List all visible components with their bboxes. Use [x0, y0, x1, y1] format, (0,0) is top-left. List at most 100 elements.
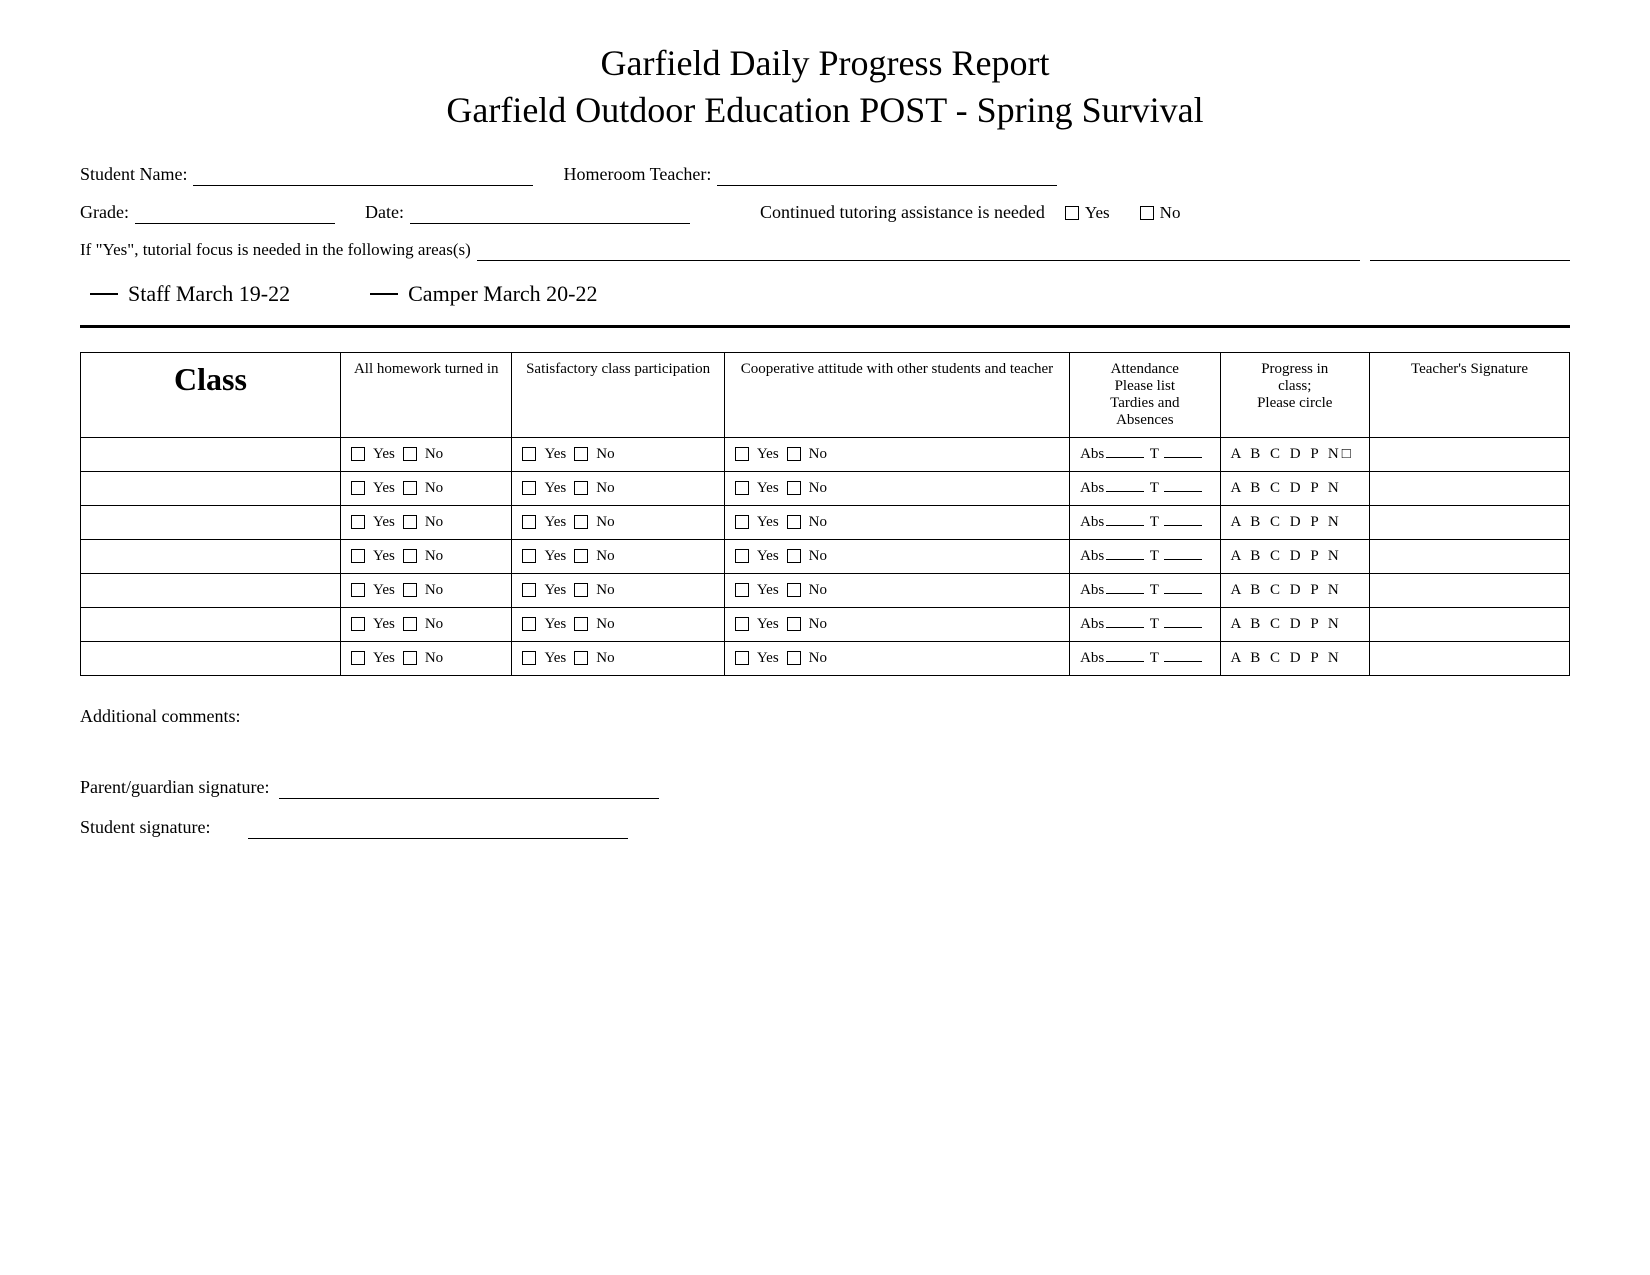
camper-underline [370, 293, 398, 295]
hw-yes-checkbox-1[interactable] [351, 447, 365, 461]
yes-checkbox[interactable] [1065, 206, 1079, 220]
att-no-checkbox-1[interactable] [787, 447, 801, 461]
table-row: Yes No Yes No Yes No [81, 607, 1570, 641]
date-field[interactable] [410, 202, 690, 224]
camper-item: Camper March 20-22 [370, 281, 597, 307]
table-row: Yes No Yes No Yes No [81, 471, 1570, 505]
participation-cell-6[interactable]: Yes No [512, 607, 724, 641]
grades-cell-2[interactable]: A B C D P N [1220, 471, 1369, 505]
participation-cell-4[interactable]: Yes No [512, 539, 724, 573]
staff-underline [90, 293, 118, 295]
tutoring-label: Continued tutoring assistance is needed [760, 202, 1045, 223]
class-name-cell[interactable] [81, 641, 341, 675]
part-yes-checkbox-1[interactable] [522, 447, 536, 461]
camper-label: Camper March 20-22 [408, 281, 597, 307]
homework-cell-1[interactable]: Yes No [341, 437, 512, 471]
homework-cell-2[interactable]: Yes No [341, 471, 512, 505]
class-name-cell[interactable] [81, 607, 341, 641]
attitude-cell-2[interactable]: Yes No [724, 471, 1069, 505]
part-no-checkbox-1[interactable] [574, 447, 588, 461]
col1-header: All homework turned in [341, 352, 512, 437]
no-checkbox[interactable] [1140, 206, 1154, 220]
att-yes-checkbox-1[interactable] [735, 447, 749, 461]
staff-item: Staff March 19-22 [90, 281, 290, 307]
participation-cell-1[interactable]: Yes No [512, 437, 724, 471]
grade-field[interactable] [135, 202, 335, 224]
tutorial-field2[interactable] [1370, 240, 1570, 261]
participation-cell-2[interactable]: Yes No [512, 471, 724, 505]
grades-cell-7[interactable]: A B C D P N [1220, 641, 1369, 675]
col4-header: Attendance Please list Tardies and Absen… [1070, 352, 1220, 437]
hw-no-checkbox-1[interactable] [403, 447, 417, 461]
table-row: Yes No Yes No Yes No [81, 505, 1570, 539]
table-row: Yes No Yes No Yes No [81, 641, 1570, 675]
student-signature-label: Student signature: [80, 817, 210, 838]
progress-table: Class All homework turned in Satisfactor… [80, 352, 1570, 676]
homework-cell-5[interactable]: Yes No [341, 573, 512, 607]
teacher-sig-cell-2[interactable] [1370, 471, 1570, 505]
col6-header: Teacher's Signature [1370, 352, 1570, 437]
attitude-cell-1[interactable]: Yes No [724, 437, 1069, 471]
teacher-sig-cell-3[interactable] [1370, 505, 1570, 539]
grades-cell-6[interactable]: A B C D P N [1220, 607, 1369, 641]
hw-yes-checkbox-2[interactable] [351, 481, 365, 495]
participation-cell-3[interactable]: Yes No [512, 505, 724, 539]
grade-label: Grade: [80, 202, 129, 223]
section-divider [80, 325, 1570, 328]
table-row: Yes No Yes No Yes No [81, 437, 1570, 471]
attendance-cell-1[interactable]: Abs T [1070, 437, 1220, 471]
class-header: Class [81, 352, 341, 437]
student-name-label: Student Name: [80, 164, 187, 185]
class-name-cell[interactable] [81, 539, 341, 573]
teacher-sig-cell-7[interactable] [1370, 641, 1570, 675]
table-row: Yes No Yes No Yes No [81, 573, 1570, 607]
yes-label: Yes [1085, 203, 1110, 223]
class-name-cell[interactable] [81, 437, 341, 471]
report-title-line2: Garfield Outdoor Education POST - Spring… [80, 87, 1570, 134]
attendance-cell-2[interactable]: Abs T [1070, 471, 1220, 505]
col5-header: Progress in class; Please circle [1220, 352, 1369, 437]
class-name-cell[interactable] [81, 505, 341, 539]
col3-header: Cooperative attitude with other students… [724, 352, 1069, 437]
attendance-cell-3[interactable]: Abs T [1070, 505, 1220, 539]
grades-cell-4[interactable]: A B C D P N [1220, 539, 1369, 573]
parent-guardian-label: Parent/guardian signature: [80, 777, 269, 798]
table-row: Yes No Yes No Yes No [81, 539, 1570, 573]
date-label: Date: [365, 202, 404, 223]
attitude-cell-6[interactable]: Yes No [724, 607, 1069, 641]
grades-cell-3[interactable]: A B C D P N [1220, 505, 1369, 539]
parent-guardian-field[interactable] [279, 777, 659, 799]
report-title-line1: Garfield Daily Progress Report [80, 40, 1570, 87]
student-name-field[interactable] [193, 164, 533, 186]
homework-cell-3[interactable]: Yes No [341, 505, 512, 539]
class-name-cell[interactable] [81, 471, 341, 505]
participation-cell-7[interactable]: Yes No [512, 641, 724, 675]
hw-no-checkbox-2[interactable] [403, 481, 417, 495]
homework-cell-4[interactable]: Yes No [341, 539, 512, 573]
attendance-cell-4[interactable]: Abs T [1070, 539, 1220, 573]
teacher-sig-cell-5[interactable] [1370, 573, 1570, 607]
attitude-cell-3[interactable]: Yes No [724, 505, 1069, 539]
student-signature-field[interactable] [248, 817, 628, 839]
class-name-cell[interactable] [81, 573, 341, 607]
attitude-cell-5[interactable]: Yes No [724, 573, 1069, 607]
homeroom-teacher-label: Homeroom Teacher: [563, 164, 711, 185]
no-label: No [1160, 203, 1181, 223]
attendance-cell-7[interactable]: Abs T [1070, 641, 1220, 675]
teacher-sig-cell-4[interactable] [1370, 539, 1570, 573]
homeroom-teacher-field[interactable] [717, 164, 1057, 186]
staff-label: Staff March 19-22 [128, 281, 290, 307]
homework-cell-6[interactable]: Yes No [341, 607, 512, 641]
attendance-cell-6[interactable]: Abs T [1070, 607, 1220, 641]
attendance-cell-5[interactable]: Abs T [1070, 573, 1220, 607]
attitude-cell-7[interactable]: Yes No [724, 641, 1069, 675]
attitude-cell-4[interactable]: Yes No [724, 539, 1069, 573]
homework-cell-7[interactable]: Yes No [341, 641, 512, 675]
tutorial-field[interactable] [477, 240, 1360, 261]
additional-comments-label: Additional comments: [80, 706, 240, 726]
participation-cell-5[interactable]: Yes No [512, 573, 724, 607]
grades-cell-1[interactable]: A B C D P N□ [1220, 437, 1369, 471]
grades-cell-5[interactable]: A B C D P N [1220, 573, 1369, 607]
teacher-sig-cell-6[interactable] [1370, 607, 1570, 641]
teacher-sig-cell-1[interactable] [1370, 437, 1570, 471]
